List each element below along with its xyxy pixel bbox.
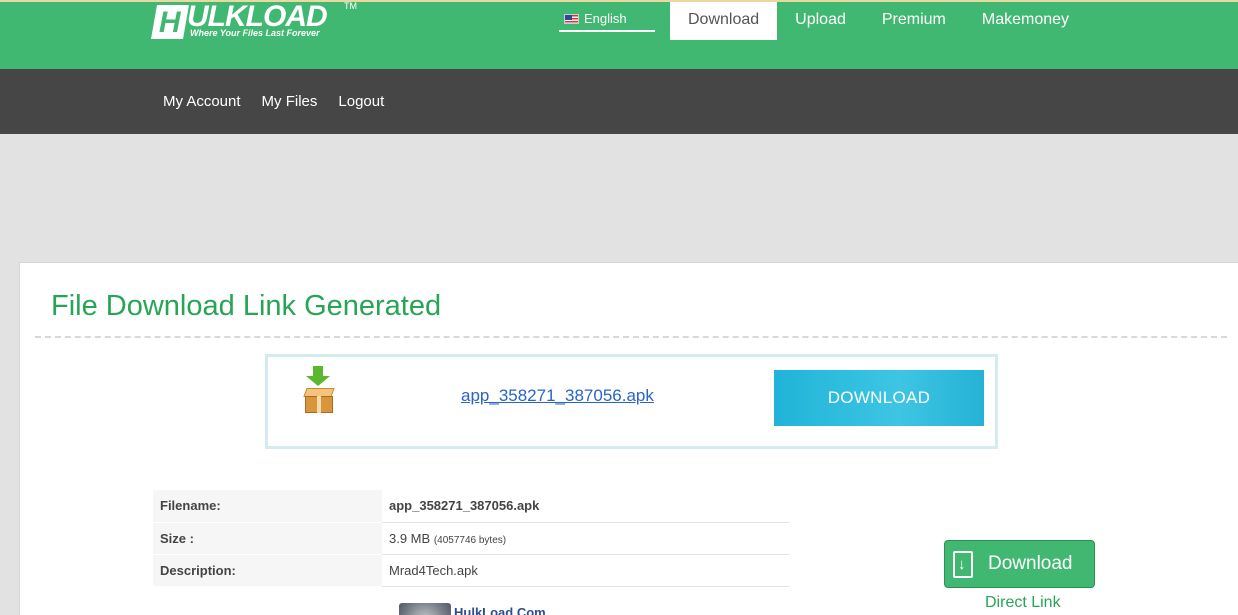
size-value: 3.9 MB xyxy=(389,530,431,546)
package-download-icon xyxy=(301,366,337,416)
direct-link-label[interactable]: Direct Link xyxy=(985,594,1061,612)
account-bar: My Account My Files Logout xyxy=(0,69,1238,134)
filename-label: Filename: xyxy=(153,490,382,523)
nav-upload[interactable]: Upload xyxy=(777,2,864,40)
logo-tagline: Where Your Files Last Forever xyxy=(190,28,320,38)
page-title: File Download Link Generated xyxy=(51,290,442,322)
description-label: Description: xyxy=(153,554,382,587)
nav-premium[interactable]: Premium xyxy=(864,2,964,40)
table-row: Filename: app_358271_387056.apk xyxy=(153,490,789,523)
file-details-table: Filename: app_358271_387056.apk Size : 3… xyxy=(153,490,789,587)
description-value: Mrad4Tech.apk xyxy=(382,554,789,587)
direct-download-button[interactable]: Download xyxy=(944,540,1095,588)
download-box: app_358271_387056.apk DOWNLOAD xyxy=(265,354,998,449)
file-download-icon xyxy=(953,550,973,578)
video-thumbnail[interactable] xyxy=(399,603,451,615)
my-files-link[interactable]: My Files xyxy=(262,93,318,110)
us-flag-icon xyxy=(564,13,579,24)
size-bytes: (4057746 bytes) xyxy=(433,534,507,546)
size-cell: 3.9 MB (4057746 bytes) xyxy=(382,522,789,555)
download-panel: File Download Link Generated app_358271_… xyxy=(19,262,1238,615)
logo-h-box: H xyxy=(151,5,189,39)
title-divider xyxy=(35,336,1227,338)
language-selector[interactable]: English xyxy=(559,7,655,32)
thumbnail-title[interactable]: HulkLoad.Com xyxy=(454,605,546,615)
logout-link[interactable]: Logout xyxy=(338,93,384,110)
nav-download[interactable]: Download xyxy=(670,2,778,40)
hulkload-logo[interactable]: H ULKLOAD TM Where Your Files Last Forev… xyxy=(151,0,364,44)
file-link[interactable]: app_358271_387056.apk xyxy=(461,386,654,406)
filename-value: app_358271_387056.apk xyxy=(382,490,789,523)
download-button[interactable]: DOWNLOAD xyxy=(774,370,984,426)
my-account-link[interactable]: My Account xyxy=(163,93,241,110)
direct-download-label: Download xyxy=(988,553,1073,574)
size-label: Size : xyxy=(153,522,382,555)
account-nav: My Account My Files Logout xyxy=(163,69,405,134)
nav-makemoney[interactable]: Makemoney xyxy=(964,2,1087,40)
top-nav: Download Upload Premium Makemoney xyxy=(670,2,1087,40)
language-label: English xyxy=(584,11,627,26)
table-row: Size : 3.9 MB (4057746 bytes) xyxy=(153,522,789,555)
table-row: Description: Mrad4Tech.apk xyxy=(153,554,789,587)
top-header: H ULKLOAD TM Where Your Files Last Forev… xyxy=(0,0,1238,69)
logo-trademark: TM xyxy=(344,1,357,11)
